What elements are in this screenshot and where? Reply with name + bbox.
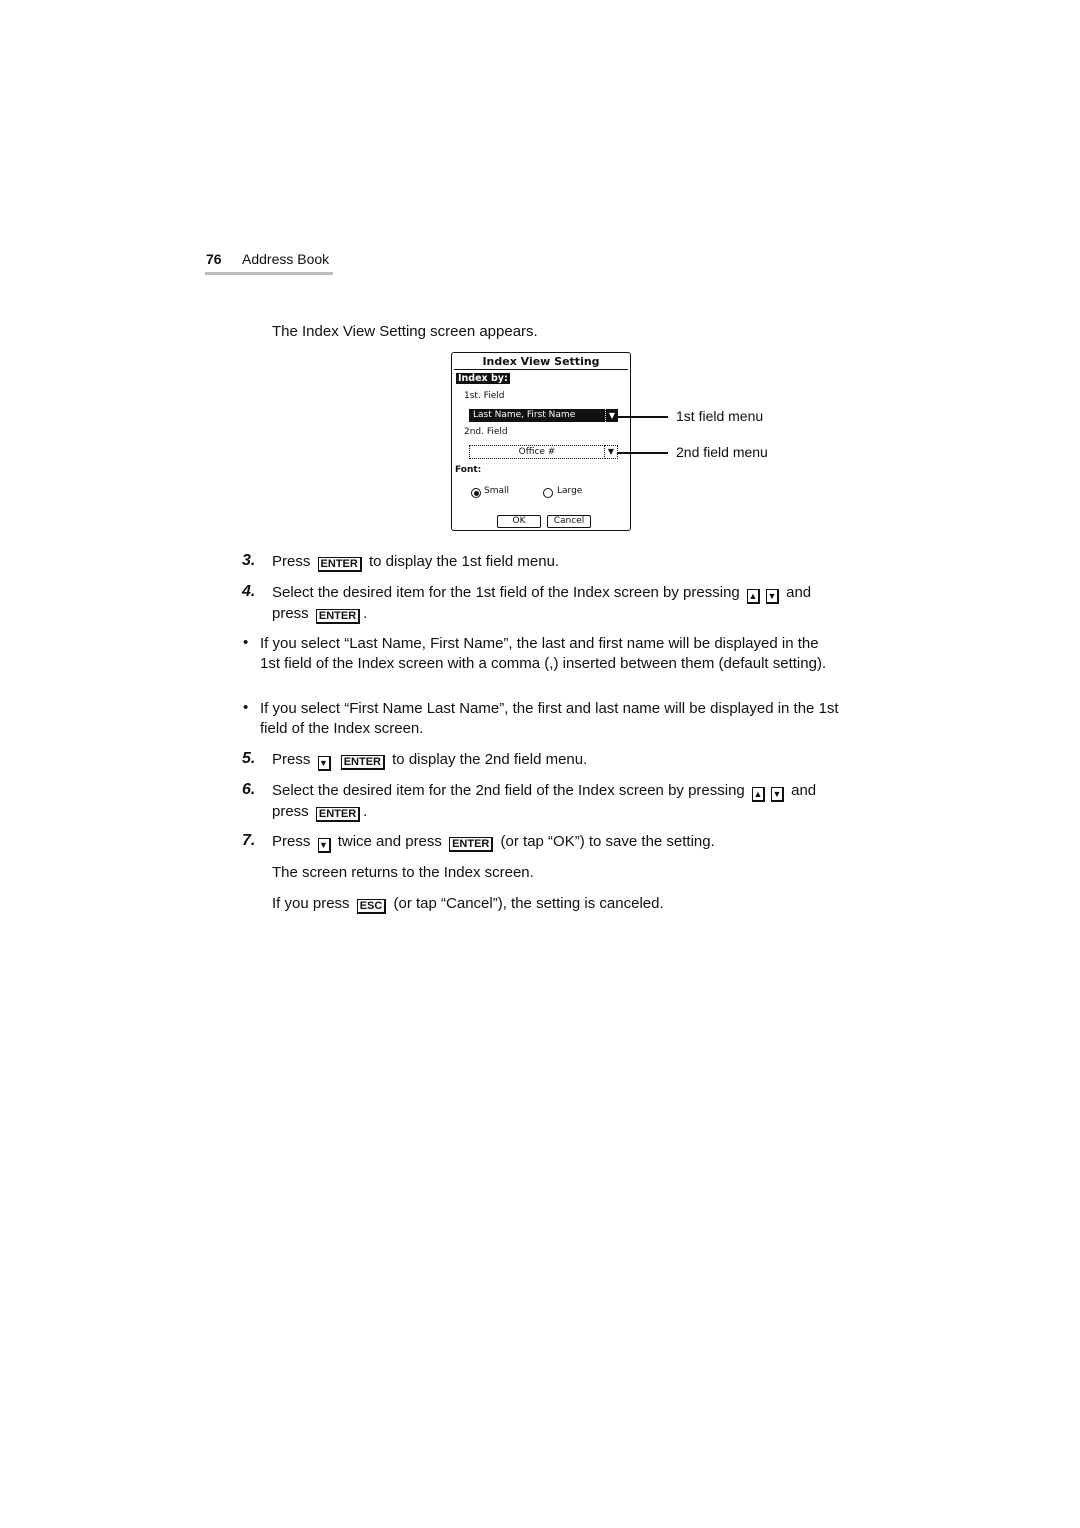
step-number: 6. (242, 781, 256, 798)
step-text: to display the 2nd field menu. (392, 751, 588, 768)
font-label: Font: (455, 465, 482, 475)
down-arrow-key-icon: ▼ (317, 838, 331, 853)
up-arrow-key-icon: ▲ (746, 589, 760, 604)
enter-key-icon: ENTER (340, 755, 385, 770)
step-text: twice and press (337, 833, 442, 850)
step-6: Select the desired item for the 2nd fiel… (272, 781, 842, 822)
enter-key-icon: ENTER (449, 837, 494, 852)
header-underline (205, 272, 333, 275)
esc-note: If you press ESC (or tap “Cancel”), the … (272, 894, 842, 914)
step-text: If you press (272, 895, 350, 912)
page-number: 76 (206, 251, 222, 267)
radio-large-label: Large (557, 486, 583, 496)
step-text: Press (272, 751, 311, 768)
second-field-label: 2nd. Field (464, 427, 508, 437)
radio-small-label: Small (484, 486, 509, 496)
step-text: Press (272, 833, 311, 850)
enter-key-icon: ENTER (315, 807, 361, 822)
radio-large[interactable] (543, 488, 553, 498)
note-last-first: If you select “Last Name, First Name”, t… (260, 635, 827, 672)
step-text: to display the 1st field menu. (368, 553, 560, 570)
step-text: . (363, 605, 368, 622)
section-title: Address Book (242, 251, 330, 267)
step-number: 3. (242, 552, 256, 569)
callout-line (617, 416, 668, 418)
second-field-select[interactable]: Office # (469, 445, 605, 459)
title-divider (454, 369, 628, 370)
returns-text: The screen returns to the Index screen. (272, 864, 534, 881)
step-text: (or tap “OK”) to save the setting. (500, 833, 715, 850)
callout-line (617, 452, 668, 454)
manual-page: 76 Address Book The Index View Setting s… (0, 0, 1080, 1528)
enter-key-icon: ENTER (317, 557, 362, 572)
down-arrow-key-icon: ▼ (317, 756, 331, 771)
radio-small[interactable] (471, 488, 481, 498)
up-arrow-key-icon: ▲ (751, 787, 765, 802)
cancel-button[interactable]: Cancel (547, 515, 591, 528)
ok-button[interactable]: OK (497, 515, 541, 528)
step-number: 5. (242, 750, 256, 767)
step-text: . (363, 803, 368, 820)
step-3: Press ENTER to display the 1st field men… (272, 552, 842, 572)
index-by-label: Index by: (456, 373, 510, 384)
callout-second-field: 2nd field menu (676, 444, 768, 460)
step-number: 4. (242, 583, 256, 600)
bullet: • (243, 699, 249, 716)
step-text: Press (272, 553, 311, 570)
down-arrow-key-icon: ▼ (765, 589, 779, 604)
step-number: 7. (242, 832, 256, 849)
step-5: Press ▼ ENTER to display the 2nd field m… (272, 750, 842, 771)
down-arrow-key-icon: ▼ (770, 787, 784, 802)
callout-first-field: 1st field menu (676, 408, 764, 424)
note-first-last: If you select “First Name Last Name”, th… (260, 700, 839, 737)
bullet: • (243, 634, 249, 651)
first-field-label: 1st. Field (464, 391, 505, 401)
index-view-setting-dialog: Index View Setting Index by: 1st. Field … (451, 352, 631, 531)
esc-key-icon: ESC (356, 899, 387, 914)
step-text: Select the desired item for the 2nd fiel… (272, 782, 745, 799)
chevron-down-icon[interactable]: ▼ (604, 445, 618, 459)
step-text: (or tap “Cancel”), the setting is cancel… (393, 895, 664, 912)
intro-text: The Index View Setting screen appears. (272, 323, 538, 340)
step-text: Select the desired item for the 1st fiel… (272, 584, 740, 601)
step-7: Press ▼ twice and press ENTER (or tap “O… (272, 832, 842, 853)
first-field-select[interactable]: Last Name, First Name (469, 409, 608, 422)
step-4: Select the desired item for the 1st fiel… (272, 583, 842, 624)
enter-key-icon: ENTER (315, 609, 361, 624)
dialog-title: Index View Setting (482, 355, 600, 368)
